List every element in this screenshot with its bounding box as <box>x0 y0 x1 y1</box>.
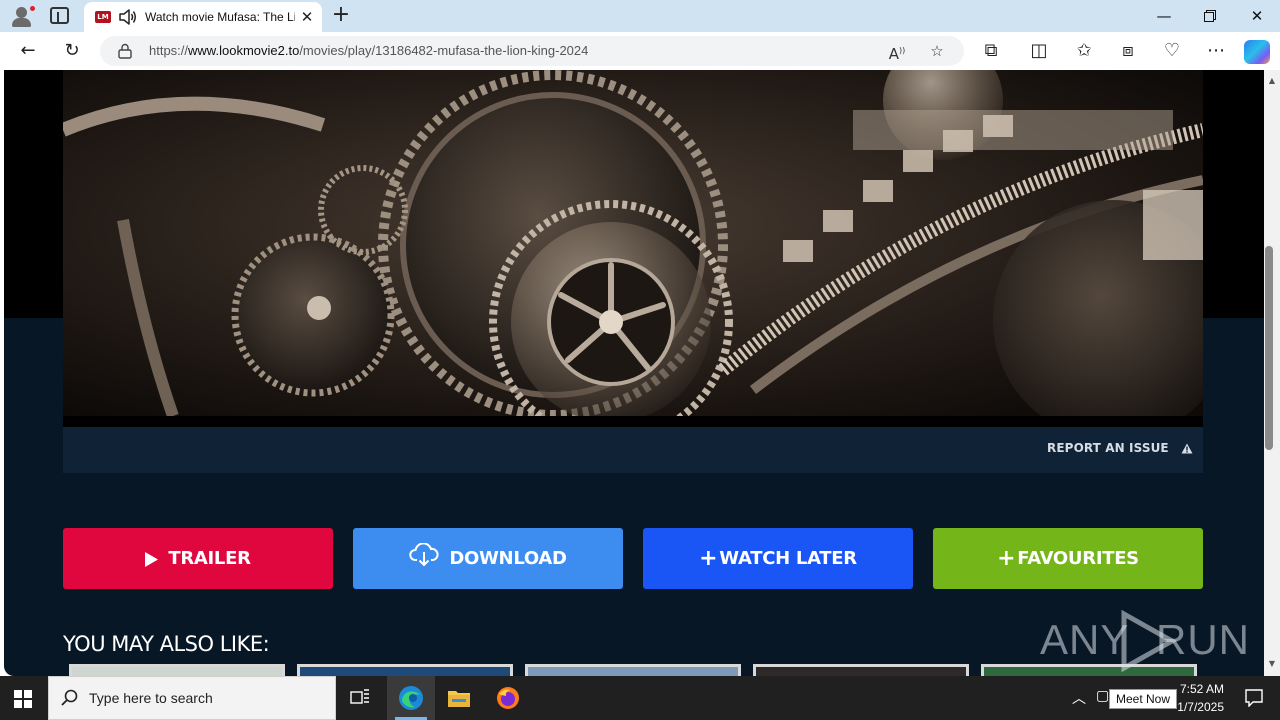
audio-playing-icon[interactable] <box>118 8 138 26</box>
action-buttons: TRAILER DOWNLOAD + WATCH LATER + FAVOURITE… <box>63 528 1203 589</box>
warning-icon <box>1181 443 1193 457</box>
player-progress-strip <box>63 416 1203 427</box>
browser-toolbar: ← ↻ https://www.lookmovie2.to/movies/pla… <box>0 32 1280 70</box>
trailer-button[interactable]: TRAILER <box>63 528 333 589</box>
report-issue-link[interactable]: REPORT AN ISSUE <box>1047 441 1193 459</box>
favourites-label: FAVOURITES <box>1017 548 1139 569</box>
tab-close-icon[interactable]: ✕ <box>298 8 316 26</box>
task-view-icon[interactable] <box>336 676 384 720</box>
copilot-icon[interactable] <box>1244 40 1270 64</box>
windows-taskbar: Type here to search ︿ ▢ 7:52 AM 1/7/2025 <box>0 676 1280 720</box>
report-bar: REPORT AN ISSUE <box>63 427 1203 473</box>
favorite-star-icon[interactable]: ☆ <box>926 40 948 62</box>
minimize-icon[interactable]: — <box>1141 0 1187 32</box>
refresh-icon[interactable]: ↻ <box>58 38 86 64</box>
also-like-heading: YOU MAY ALSO LIKE: <box>63 632 270 656</box>
browser-essentials-icon[interactable]: ♡ <box>1158 38 1186 64</box>
url-domain: www.lookmovie2.to <box>188 43 300 58</box>
back-icon[interactable]: ← <box>14 38 42 64</box>
tab-actions-icon[interactable] <box>50 7 69 24</box>
notifications-icon[interactable] <box>1230 676 1278 720</box>
close-window-icon[interactable]: ✕ <box>1234 0 1280 32</box>
anyrun-watermark: ANY RUN <box>1040 610 1249 672</box>
cloud-download-icon <box>409 531 439 592</box>
split-screen-icon[interactable]: ◫ <box>1025 38 1053 64</box>
recommendation-thumb[interactable] <box>753 664 969 676</box>
collections-icon[interactable]: ⧈ <box>1114 38 1142 64</box>
download-label: DOWNLOAD <box>449 548 567 569</box>
site-favicon-icon: LM <box>95 11 111 23</box>
tab-strip: LM Watch movie Mufasa: The Lion King (20… <box>0 0 1280 32</box>
video-player[interactable] <box>63 70 1203 416</box>
restore-icon[interactable] <box>1187 0 1233 32</box>
meet-now-icon[interactable]: ▢ <box>1096 688 1109 704</box>
plus-icon: + <box>997 546 1016 571</box>
taskbar-search-box[interactable]: Type here to search <box>48 676 336 720</box>
download-button[interactable]: DOWNLOAD <box>353 528 623 589</box>
edge-taskbar-icon[interactable] <box>387 676 435 720</box>
plus-icon: + <box>699 546 718 571</box>
search-icon <box>61 689 79 711</box>
watermark-text-end: RUN <box>1156 616 1250 663</box>
windows-start-icon[interactable] <box>14 690 32 708</box>
lock-icon[interactable] <box>118 43 132 59</box>
show-hidden-icons-icon[interactable]: ︿ <box>1072 688 1086 708</box>
report-issue-label: REPORT AN ISSUE <box>1047 441 1169 455</box>
tab-title: Watch movie Mufasa: The Lion King (2024) <box>145 10 295 24</box>
watermark-text: ANY <box>1040 616 1130 663</box>
scrollbar-thumb[interactable] <box>1265 246 1273 450</box>
watch-later-label: WATCH LATER <box>719 548 857 569</box>
page-viewport: REPORT AN ISSUE TRAILER DOWNLOAD + WATCH … <box>0 70 1264 676</box>
url-prefix: https:// <box>149 43 189 58</box>
tab-active[interactable]: LM Watch movie Mufasa: The Lion King (20… <box>84 2 322 32</box>
recommendation-thumb[interactable] <box>297 664 513 676</box>
meet-now-tooltip: Meet Now <box>1109 689 1177 709</box>
movie-page: REPORT AN ISSUE TRAILER DOWNLOAD + WATCH … <box>4 70 1264 676</box>
profile-icon[interactable] <box>8 4 36 28</box>
extensions-icon[interactable]: ⧉ <box>977 38 1005 64</box>
watch-later-button[interactable]: + WATCH LATER <box>643 528 913 589</box>
settings-more-icon[interactable]: ⋯ <box>1202 38 1230 64</box>
favourites-button[interactable]: + FAVOURITES <box>933 528 1203 589</box>
new-tab-icon[interactable]: + <box>330 4 352 26</box>
scroll-up-icon[interactable]: ▲ <box>1264 74 1280 88</box>
trailer-label: TRAILER <box>168 548 251 569</box>
search-placeholder: Type here to search <box>89 690 213 706</box>
recommendation-thumb[interactable] <box>525 664 741 676</box>
scroll-down-icon[interactable]: ▼ <box>1264 657 1280 671</box>
read-aloud-icon[interactable]: A)) <box>886 40 908 63</box>
file-explorer-icon[interactable] <box>435 676 483 720</box>
play-icon <box>145 531 159 592</box>
url-text[interactable]: https://www.lookmovie2.to/movies/play/13… <box>149 43 588 58</box>
recommendation-thumb[interactable] <box>69 664 285 676</box>
url-path: /movies/play/13186482-mufasa-the-lion-ki… <box>299 43 589 58</box>
address-bar[interactable]: https://www.lookmovie2.to/movies/play/13… <box>100 36 964 66</box>
firefox-icon[interactable] <box>484 676 532 720</box>
favorites-icon[interactable]: ✩ <box>1070 38 1098 64</box>
